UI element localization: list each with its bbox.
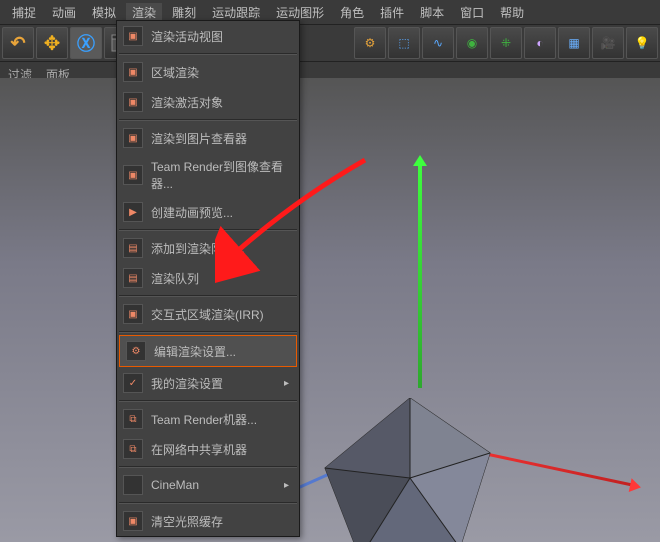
spline-icon: ∿	[433, 36, 443, 50]
menu-separator	[119, 400, 297, 402]
menu-item-icon: ▶	[123, 202, 143, 222]
undo-button[interactable]: ↶	[2, 27, 34, 59]
viewport-3d[interactable]	[0, 78, 660, 542]
environment-primitive[interactable]: ▦	[558, 27, 590, 59]
icosahedron-mesh[interactable]	[310, 398, 510, 542]
menu-item-14[interactable]: ⚙ 编辑渲染设置...	[119, 335, 297, 367]
menu-item-icon: ⚙	[126, 341, 146, 361]
menu-item-icon: ▤	[123, 238, 143, 258]
menu-item-icon: ▣	[123, 511, 143, 531]
generator-primitive[interactable]: ◉	[456, 27, 488, 59]
menu-item-label: 在网络中共享机器	[151, 441, 247, 458]
menu-item-icon: ▣	[123, 304, 143, 324]
menu-item-icon: ▣	[123, 128, 143, 148]
menu-item-label: 渲染激活对象	[151, 94, 223, 111]
menu-item-icon: ▣	[123, 62, 143, 82]
main-toolbar: ↶ ✥ Ⓧ ⚙ ⬚ ∿ ◉ ⁜ ◐ ▦ 🎥 💡	[0, 24, 660, 62]
menu-item-0[interactable]: ▣ 渲染活动视图	[117, 21, 299, 51]
menu-item-label: Team Render到图像查看器...	[151, 158, 289, 192]
display-menu[interactable]: ⚙	[354, 27, 386, 59]
menu-雕刻[interactable]: 雕刻	[166, 3, 202, 22]
light-icon: 💡	[635, 36, 650, 50]
menu-item-label: 编辑渲染设置...	[154, 343, 236, 360]
axis-y	[418, 158, 422, 388]
menu-separator	[119, 502, 297, 504]
floor-icon: ▦	[568, 36, 579, 50]
light-primitive[interactable]: 💡	[626, 27, 658, 59]
gear-icon: ⚙	[365, 36, 376, 50]
menu-item-icon: ⧉	[123, 439, 143, 459]
render-menu-dropdown: ▣ 渲染活动视图 ▣ 区域渲染 ▣ 渲染激活对象 ▣ 渲染到图片查看器 ▣ Team Render…	[116, 20, 300, 537]
menu-item-10[interactable]: ▤ 渲染队列	[117, 263, 299, 293]
array-icon: ⁜	[501, 36, 511, 50]
menu-item-18[interactable]: ⧉ 在网络中共享机器	[117, 434, 299, 464]
spline-primitive[interactable]: ∿	[422, 27, 454, 59]
menu-item-label: CineMan	[151, 478, 199, 492]
menu-item-9[interactable]: ▤ 添加到渲染队列...	[117, 233, 299, 263]
cube-primitive[interactable]: ⬚	[388, 27, 420, 59]
menu-item-label: 我的渲染设置	[151, 375, 223, 392]
menu-帮助[interactable]: 帮助	[494, 3, 530, 22]
menu-item-icon	[123, 475, 143, 495]
camera-icon: 🎥	[601, 36, 616, 50]
submenu-arrow-icon: ▸	[284, 480, 289, 491]
menu-item-3[interactable]: ▣ 渲染激活对象	[117, 87, 299, 117]
menu-item-22[interactable]: ▣ 清空光照缓存	[117, 506, 299, 536]
menu-item-7[interactable]: ▶ 创建动画预览...	[117, 197, 299, 227]
menu-item-label: Team Render机器...	[151, 411, 257, 428]
menu-item-icon: ✓	[123, 373, 143, 393]
menu-separator	[119, 295, 297, 297]
menu-item-5[interactable]: ▣ 渲染到图片查看器	[117, 123, 299, 153]
cube-icon: ⬚	[398, 36, 409, 50]
menu-item-15[interactable]: ✓ 我的渲染设置 ▸	[117, 368, 299, 398]
menu-item-icon: ▣	[123, 165, 143, 185]
menu-动画[interactable]: 动画	[46, 3, 82, 22]
menu-separator	[119, 466, 297, 468]
menu-插件[interactable]: 插件	[374, 3, 410, 22]
menu-separator	[119, 53, 297, 55]
menu-捕捉[interactable]: 捕捉	[6, 3, 42, 22]
generator-icon: ◉	[467, 36, 477, 50]
menu-item-label: 交互式区域渲染(IRR)	[151, 306, 264, 323]
main-menubar: 捕捉动画模拟渲染雕刻运动跟踪运动图形角色插件脚本窗口帮助	[0, 0, 660, 24]
menu-item-label: 清空光照缓存	[151, 513, 223, 530]
menu-separator	[119, 119, 297, 121]
menu-item-icon: ⧉	[123, 409, 143, 429]
menu-渲染[interactable]: 渲染	[126, 3, 162, 22]
menu-item-icon: ▤	[123, 268, 143, 288]
menu-separator	[119, 229, 297, 231]
menu-窗口[interactable]: 窗口	[454, 3, 490, 22]
camera-primitive[interactable]: 🎥	[592, 27, 624, 59]
menu-item-icon: ▣	[123, 92, 143, 112]
move-tool[interactable]: ✥	[36, 27, 68, 59]
menu-item-2[interactable]: ▣ 区域渲染	[117, 57, 299, 87]
deformer-primitive[interactable]: ◐	[524, 27, 556, 59]
menu-item-17[interactable]: ⧉ Team Render机器...	[117, 404, 299, 434]
menu-脚本[interactable]: 脚本	[414, 3, 450, 22]
menu-item-label: 渲染活动视图	[151, 28, 223, 45]
menu-item-icon: ▣	[123, 26, 143, 46]
menu-运动图形[interactable]: 运动图形	[270, 3, 330, 22]
menu-item-label: 添加到渲染队列...	[151, 240, 245, 257]
menu-item-label: 渲染队列	[151, 270, 199, 287]
menu-运动跟踪[interactable]: 运动跟踪	[206, 3, 266, 22]
menu-item-label: 区域渲染	[151, 64, 199, 81]
array-primitive[interactable]: ⁜	[490, 27, 522, 59]
menu-separator	[119, 331, 297, 333]
menu-角色[interactable]: 角色	[334, 3, 370, 22]
menu-item-label: 创建动画预览...	[151, 204, 233, 221]
menu-item-20[interactable]: CineMan ▸	[117, 470, 299, 500]
menu-item-6[interactable]: ▣ Team Render到图像查看器...	[117, 153, 299, 197]
submenu-arrow-icon: ▸	[284, 378, 289, 389]
menu-模拟[interactable]: 模拟	[86, 3, 122, 22]
x-tool[interactable]: Ⓧ	[70, 27, 102, 59]
menu-item-label: 渲染到图片查看器	[151, 130, 247, 147]
deformer-icon: ◐	[536, 36, 543, 50]
menu-item-12[interactable]: ▣ 交互式区域渲染(IRR)	[117, 299, 299, 329]
